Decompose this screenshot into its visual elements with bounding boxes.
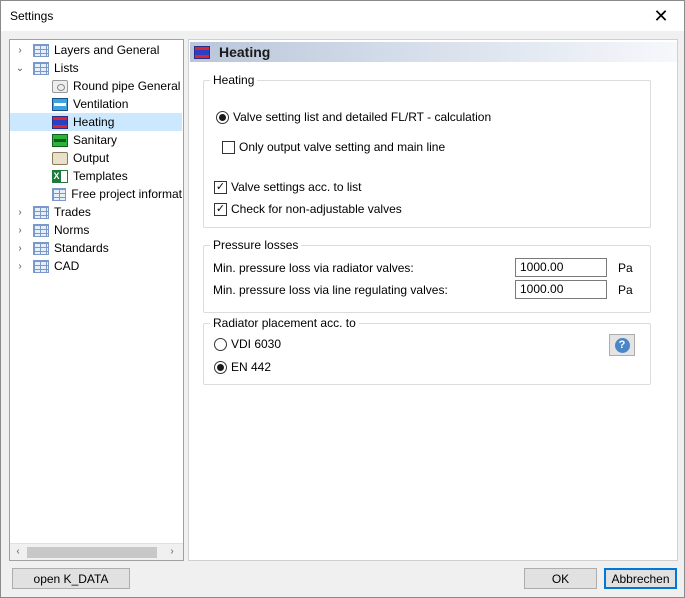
- output-icon: [52, 151, 68, 165]
- table-icon: [33, 259, 49, 273]
- tree-item-label: Sanitary: [73, 133, 118, 147]
- valve-setting-list-label: Valve setting list and detailed FL/RT - …: [233, 110, 492, 124]
- scroll-right-icon[interactable]: ›: [165, 546, 179, 557]
- chevron-right-icon[interactable]: ›: [13, 207, 27, 218]
- window-title: Settings: [10, 9, 54, 23]
- tree-item-label: Output: [73, 151, 110, 165]
- panel-title: Heating: [219, 44, 271, 60]
- title-bar: Settings ✕: [1, 1, 684, 31]
- sanitary-icon: [52, 133, 68, 147]
- non-adjustable-valves-label: Check for non-adjustable valves: [231, 202, 402, 216]
- chevron-down-icon[interactable]: ⌄: [13, 63, 27, 74]
- tree-item-label: Standards: [54, 241, 109, 255]
- line-regulating-valves-label: Min. pressure loss via line regulating v…: [213, 283, 448, 297]
- radiator-valves-unit: Pa: [618, 261, 633, 275]
- en-442-label: EN 442: [231, 360, 272, 374]
- heating-settings-panel: Heating Heating Valve setting list and d…: [188, 39, 678, 561]
- scrollbar-thumb[interactable]: [27, 547, 157, 558]
- heating-group: Heating Valve setting list and detailed …: [203, 73, 651, 228]
- table-icon: [33, 241, 49, 255]
- tree-item-label: Norms: [54, 223, 90, 237]
- pressure-losses-group: Pressure losses Min. pressure loss via r…: [203, 238, 651, 313]
- heating-icon: [194, 45, 210, 59]
- checkbox-checked-icon: ✓: [214, 202, 227, 216]
- checkbox-checked-icon: ✓: [214, 180, 227, 194]
- only-output-checkbox[interactable]: Only output valve setting and main line: [222, 140, 445, 154]
- radiator-valves-pressure-input[interactable]: 1000.00: [515, 258, 607, 277]
- en-442-radio[interactable]: EN 442: [214, 360, 271, 374]
- tree-item-label: Ventilation: [73, 97, 129, 111]
- close-icon[interactable]: ✕: [638, 1, 684, 31]
- ventilation-icon: [52, 97, 68, 111]
- valve-settings-acc-label: Valve settings acc. to list: [231, 180, 362, 194]
- chevron-right-icon[interactable]: ›: [13, 243, 27, 254]
- chevron-right-icon[interactable]: ›: [13, 225, 27, 236]
- tree-item-trades[interactable]: › Trades: [10, 203, 182, 221]
- radio-unselected-icon: [214, 337, 227, 351]
- ok-button[interactable]: OK: [524, 568, 597, 589]
- tree-item-label: Round pipe General: [73, 79, 181, 93]
- pipe-icon: [52, 79, 68, 93]
- radiator-placement-group: Radiator placement acc. to VDI 6030 EN 4…: [203, 316, 651, 385]
- tree-item-label: Templates: [73, 169, 128, 183]
- tree-item-layers-and-general[interactable]: › Layers and General: [10, 41, 182, 59]
- tree-item-free-project-information[interactable]: Free project informat: [10, 185, 182, 203]
- tree-item-templates[interactable]: Templates: [10, 167, 182, 185]
- radiator-valves-label: Min. pressure loss via radiator valves:: [213, 261, 414, 275]
- table-icon: [33, 205, 49, 219]
- scroll-left-icon[interactable]: ‹: [11, 546, 25, 557]
- non-adjustable-valves-checkbox[interactable]: ✓ Check for non-adjustable valves: [214, 202, 402, 216]
- checkbox-unchecked-icon: [222, 140, 235, 154]
- tree-item-lists[interactable]: ⌄ Lists: [10, 59, 182, 77]
- tree-item-heating[interactable]: Heating: [10, 113, 182, 131]
- line-regulating-valves-pressure-input[interactable]: 1000.00: [515, 280, 607, 299]
- excel-icon: [52, 169, 68, 183]
- tree-item-label: Lists: [54, 61, 79, 75]
- pressure-losses-label: Pressure losses: [210, 238, 302, 252]
- tree-item-output[interactable]: Output: [10, 149, 182, 167]
- settings-window: Settings ✕ › Layers and General ⌄ Lists …: [0, 0, 685, 598]
- heating-icon: [52, 115, 68, 129]
- table-icon: [52, 187, 67, 201]
- radio-selected-icon: [214, 360, 227, 374]
- panel-header: Heating: [190, 42, 677, 62]
- radiator-placement-label: Radiator placement acc. to: [210, 316, 359, 330]
- tree-item-round-pipe-general[interactable]: Round pipe General: [10, 77, 182, 95]
- tree-item-norms[interactable]: › Norms: [10, 221, 182, 239]
- cancel-button[interactable]: Abbrechen: [604, 568, 677, 589]
- tree-item-label: Trades: [54, 205, 91, 219]
- chevron-right-icon[interactable]: ›: [13, 261, 27, 272]
- tree-item-cad[interactable]: › CAD: [10, 257, 182, 275]
- valve-setting-list-radio[interactable]: Valve setting list and detailed FL/RT - …: [216, 110, 491, 124]
- tree-item-sanitary[interactable]: Sanitary: [10, 131, 182, 149]
- tree-item-label: CAD: [54, 259, 80, 273]
- vdi-6030-radio[interactable]: VDI 6030: [214, 337, 281, 351]
- radio-selected-icon: [216, 110, 229, 124]
- vdi-6030-label: VDI 6030: [231, 337, 282, 351]
- tree-item-label: Layers and General: [54, 43, 160, 57]
- settings-tree: › Layers and General ⌄ Lists Round pipe …: [9, 39, 184, 561]
- table-icon: [33, 43, 49, 57]
- only-output-label: Only output valve setting and main line: [239, 140, 446, 154]
- table-icon: [33, 61, 49, 75]
- table-icon: [33, 223, 49, 237]
- tree-item-standards[interactable]: › Standards: [10, 239, 182, 257]
- help-button[interactable]: ?: [609, 334, 635, 356]
- valve-settings-acc-checkbox[interactable]: ✓ Valve settings acc. to list: [214, 180, 362, 194]
- heating-group-label: Heating: [210, 73, 258, 87]
- open-k-data-button[interactable]: open K_DATA: [12, 568, 130, 589]
- chevron-right-icon[interactable]: ›: [13, 45, 27, 56]
- line-regulating-valves-unit: Pa: [618, 283, 633, 297]
- tree-item-ventilation[interactable]: Ventilation: [10, 95, 182, 113]
- tree-item-label: Heating: [73, 115, 115, 129]
- tree-horizontal-scrollbar[interactable]: ‹ ›: [10, 543, 183, 560]
- help-icon: ?: [614, 337, 630, 353]
- tree-item-label: Free project informat: [71, 187, 182, 201]
